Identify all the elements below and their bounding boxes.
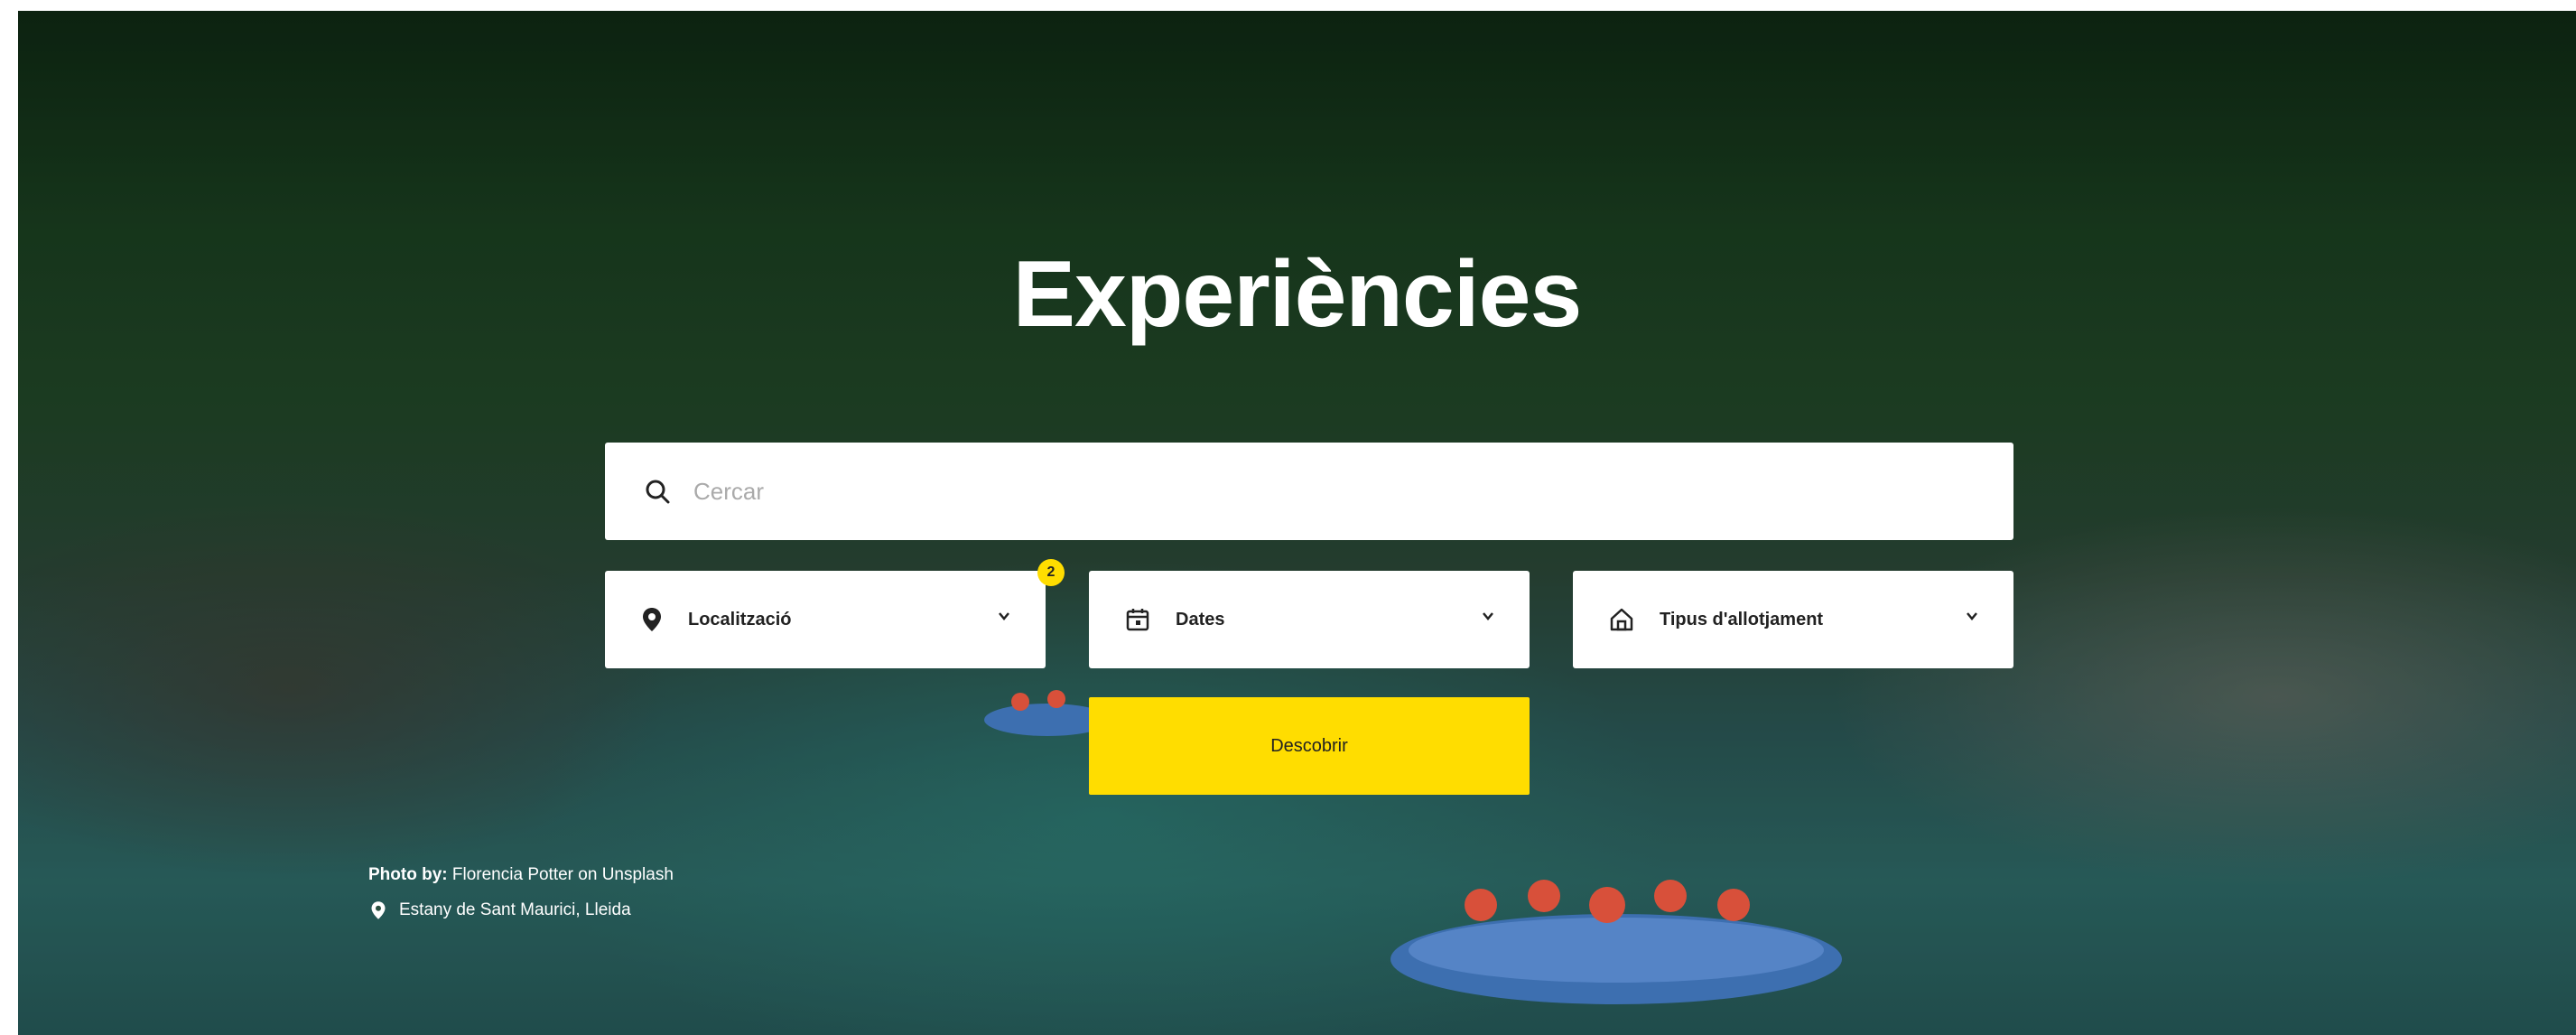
raft-illustration [1390, 880, 1842, 1004]
search-icon [646, 480, 670, 504]
photo-location: Estany de Sant Maurici, Lleida [370, 900, 631, 920]
location-label: Localització [688, 609, 792, 629]
chevron-down-icon [1967, 612, 1977, 620]
dates-dropdown[interactable]: Dates [1089, 571, 1530, 668]
page-title: Experiències [1012, 242, 1583, 347]
chevron-down-icon [1483, 612, 1493, 620]
dates-label: Dates [1176, 609, 1225, 629]
photo-credit-author[interactable]: Florencia Potter on Unsplash [452, 865, 674, 884]
location-dropdown[interactable]: Localització [605, 571, 1046, 668]
discover-button[interactable]: Descobrir [1089, 697, 1530, 795]
accommodation-type-dropdown[interactable]: Tipus d'allotjament [1573, 571, 2013, 668]
chevron-down-icon [999, 612, 1009, 620]
house-icon [1610, 608, 1633, 631]
photo-location-text: Estany de Sant Maurici, Lleida [399, 900, 631, 919]
calendar-icon [1126, 609, 1149, 631]
map-pin-icon [643, 608, 661, 631]
search-bar[interactable] [605, 443, 2013, 540]
accommodation-type-label: Tipus d'allotjament [1660, 609, 1824, 629]
search-input[interactable] [692, 476, 1869, 507]
location-count-badge: 2 [1037, 559, 1065, 586]
map-pin-icon [371, 901, 386, 919]
hero-background: Experiències Localització 2 Dates [18, 11, 2576, 1035]
photo-credit: Photo by: Florencia Potter on Unsplash [368, 865, 674, 885]
photo-credit-prefix: Photo by: [368, 865, 448, 884]
